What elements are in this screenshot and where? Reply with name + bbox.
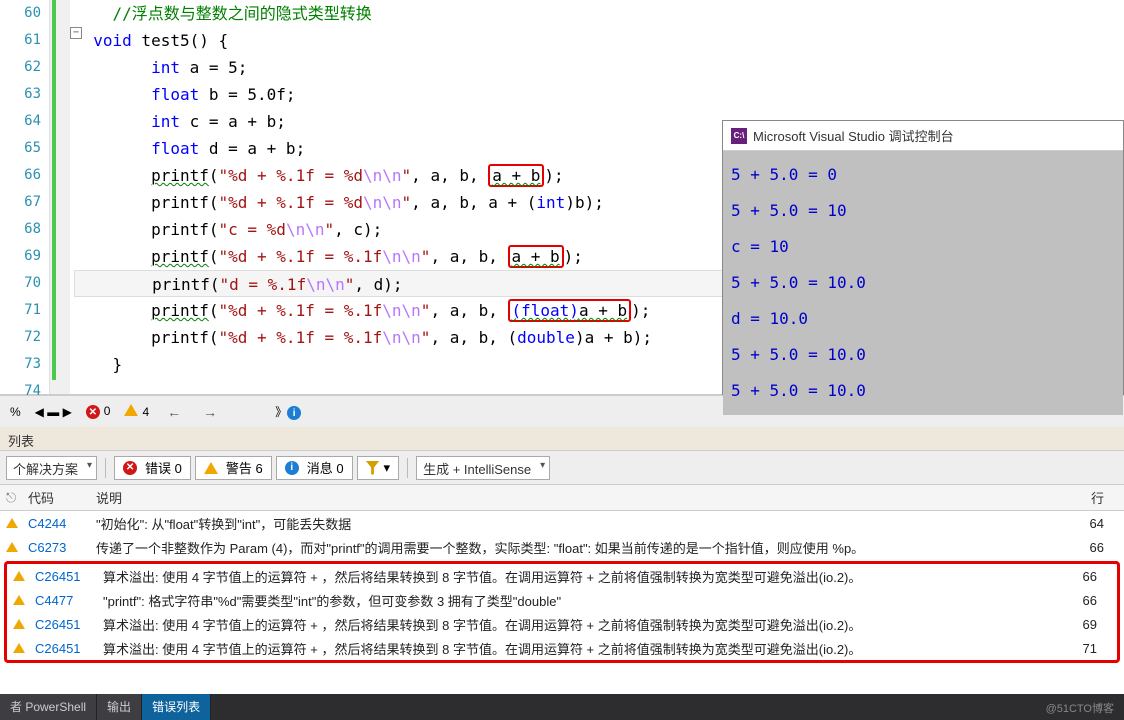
errorlist-row[interactable]: C26451 算术溢出: 使用 4 字节值上的运算符 + ，然后将结果转换到 8… <box>7 564 1117 588</box>
indicator-margin <box>50 0 70 394</box>
console-output: 5 + 5.0 = 0 5 + 5.0 = 10 c = 10 5 + 5.0 … <box>723 151 1123 415</box>
warning-icon <box>13 595 25 605</box>
panel-title: 列表 <box>0 427 1124 451</box>
warning-icon <box>13 643 25 653</box>
highlighted-rows: C26451 算术溢出: 使用 4 字节值上的运算符 + ，然后将结果转换到 8… <box>4 561 1120 663</box>
errorlist-toolbar: 个解决方案 ✕错误 0 警告 6 i消息 0 ▾ 生成 + IntelliSen… <box>0 451 1124 485</box>
error-icon: ✕ <box>86 405 100 419</box>
warning-icon <box>6 518 18 528</box>
tab-errorlist[interactable]: 错误列表 <box>142 694 211 720</box>
warning-icon <box>204 462 218 474</box>
errors-filter-button[interactable]: ✕错误 0 <box>114 456 191 480</box>
col-line[interactable]: 行 <box>1064 488 1124 507</box>
bottom-tab-bar: 者 PowerShell 输出 错误列表 <box>0 694 1124 720</box>
debug-console-window[interactable]: C:\ Microsoft Visual Studio 调试控制台 5 + 5.… <box>722 120 1124 395</box>
error-list-panel: ⎋ 代码 说明 行 C4244 "初始化": 从"float"转换到"int"，… <box>0 485 1124 663</box>
scope-dropdown[interactable]: 个解决方案 <box>6 456 97 480</box>
console-titlebar[interactable]: C:\ Microsoft Visual Studio 调试控制台 <box>723 121 1123 151</box>
info-icon: i <box>287 406 301 420</box>
tab-powershell[interactable]: 者 PowerShell <box>0 694 97 720</box>
errorlist-header[interactable]: ⎋ 代码 说明 行 <box>0 485 1124 511</box>
errorlist-row[interactable]: C6273 传递了一个非整数作为 Param (4)，而对"printf"的调用… <box>0 535 1124 559</box>
messages-filter-button[interactable]: i消息 0 <box>276 456 353 480</box>
filter-button[interactable]: ▾ <box>357 456 400 480</box>
percent-indicator: % <box>10 405 21 419</box>
highlight-box: a + b <box>488 164 544 187</box>
error-icon: ✕ <box>123 461 137 475</box>
next-arrow-icon[interactable]: → <box>199 404 221 420</box>
warning-count[interactable]: 4 <box>124 404 149 419</box>
warning-icon <box>13 571 25 581</box>
highlight-box: a + b <box>508 245 564 268</box>
warning-icon <box>13 619 25 629</box>
watermark: @51CTO博客 <box>1046 700 1114 716</box>
nav-group[interactable]: 》i <box>275 403 305 421</box>
line-number-gutter: 606162636465666768697071727374 <box>0 0 50 394</box>
console-title-text: Microsoft Visual Studio 调试控制台 <box>753 126 954 145</box>
source-dropdown[interactable]: 生成 + IntelliSense <box>416 456 550 480</box>
vs-icon: C:\ <box>731 128 747 144</box>
highlight-box: (float)a + b <box>508 299 632 322</box>
warnings-filter-button[interactable]: 警告 6 <box>195 456 272 480</box>
col-desc[interactable]: 说明 <box>92 488 1064 507</box>
col-code[interactable]: 代码 <box>24 488 92 507</box>
warning-icon <box>124 404 138 416</box>
scroll-group[interactable]: ◀ ▬ ▶ <box>35 405 72 419</box>
info-icon: i <box>285 461 299 475</box>
errorlist-row[interactable]: C26451 算术溢出: 使用 4 字节值上的运算符 + ，然后将结果转换到 8… <box>7 636 1117 660</box>
errorlist-row[interactable]: C4477 "printf": 格式字符串"%d"需要类型"int"的参数，但可… <box>7 588 1117 612</box>
warning-icon <box>6 542 18 552</box>
error-count[interactable]: ✕0 <box>86 404 111 420</box>
outline-collapse-icon[interactable]: − <box>70 27 82 39</box>
errorlist-row[interactable]: C4244 "初始化": 从"float"转换到"int"，可能丢失数据 64 <box>0 511 1124 535</box>
comment: //浮点数与整数之间的隐式类型转换 <box>113 4 372 23</box>
tab-output[interactable]: 输出 <box>97 694 142 720</box>
filter-icon <box>366 461 380 475</box>
prev-arrow-icon[interactable]: ← <box>163 404 185 420</box>
errorlist-row[interactable]: C26451 算术溢出: 使用 4 字节值上的运算符 + ，然后将结果转换到 8… <box>7 612 1117 636</box>
